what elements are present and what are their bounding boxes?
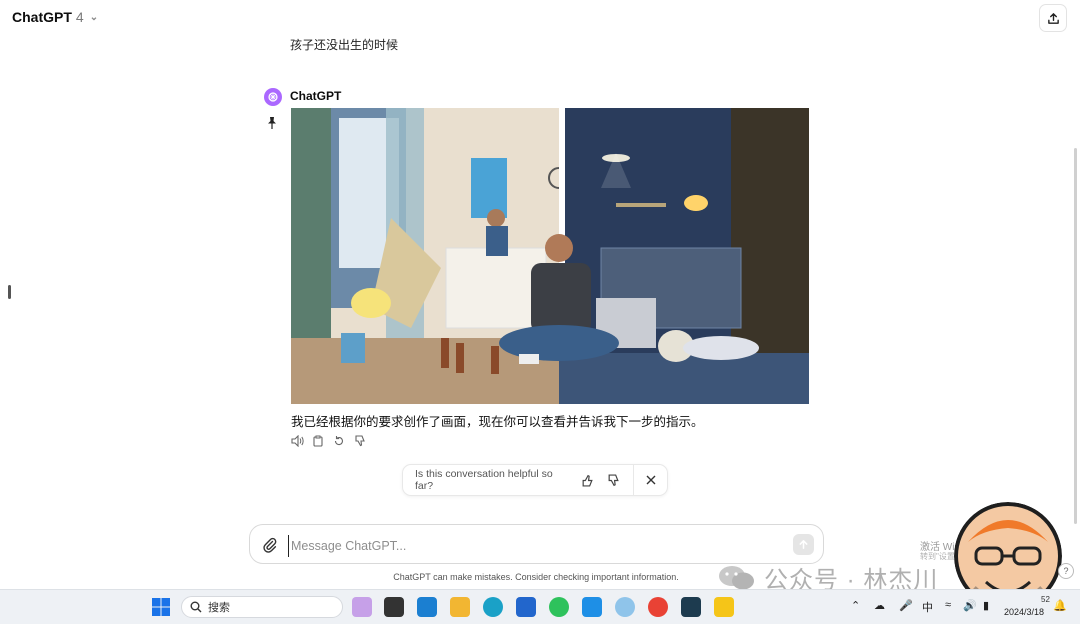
thumbs-down-icon[interactable]: [603, 470, 622, 490]
ime-indicator[interactable]: 中: [922, 599, 933, 615]
volume-icon[interactable]: 🔊: [963, 599, 977, 612]
model-selector[interactable]: ChatGPT 4 ⌄: [12, 9, 98, 25]
mail-icon[interactable]: [582, 597, 602, 617]
close-icon[interactable]: [642, 470, 661, 490]
terminal-icon[interactable]: [384, 597, 404, 617]
read-aloud-icon[interactable]: [290, 434, 304, 448]
feedback-question: Is this conversation helpful so far?: [415, 468, 553, 492]
assistant-name: ChatGPT: [290, 89, 342, 103]
thumbs-up-icon[interactable]: [578, 470, 597, 490]
share-icon: [1047, 12, 1059, 24]
arrow-up-icon: [799, 540, 808, 549]
edge-browser-icon[interactable]: [483, 597, 503, 617]
feedback-prompt: Is this conversation helpful so far?: [402, 464, 668, 496]
search-label: 搜索: [208, 602, 230, 614]
scrollbar[interactable]: [1074, 148, 1077, 524]
vscode-icon[interactable]: [417, 597, 437, 617]
regenerate-icon[interactable]: [332, 434, 346, 448]
battery-icon[interactable]: ▮: [983, 599, 989, 612]
chatgpt-avatar-icon: [264, 88, 282, 106]
windows-start-icon[interactable]: [151, 597, 171, 617]
wechat-app-icon[interactable]: [549, 597, 569, 617]
paperclip-icon[interactable]: [262, 537, 278, 553]
app-icon[interactable]: [681, 597, 701, 617]
onedrive-icon[interactable]: ☁: [874, 599, 885, 612]
thumbs-down-icon[interactable]: [353, 434, 367, 448]
share-button[interactable]: [1039, 4, 1067, 32]
copilot-icon[interactable]: [352, 597, 372, 617]
send-button[interactable]: [793, 534, 814, 555]
file-explorer-icon[interactable]: [450, 597, 470, 617]
notification-bell-icon[interactable]: 🔔: [1053, 599, 1067, 612]
copy-icon[interactable]: [311, 434, 325, 448]
help-button[interactable]: ?: [1058, 563, 1074, 579]
taskbar-search[interactable]: 搜索: [181, 596, 343, 618]
chrome-icon[interactable]: [648, 597, 668, 617]
clock-time: 52: [1041, 595, 1050, 604]
sidebar-toggle-handle[interactable]: [8, 285, 11, 299]
microphone-icon[interactable]: 🎤: [899, 599, 913, 612]
search-icon: [190, 601, 202, 613]
user-message: 孩子还没出生的时候: [290, 38, 399, 52]
chevron-up-icon[interactable]: ⌃: [851, 599, 860, 612]
pin-icon[interactable]: [266, 116, 278, 130]
chevron-down-icon: ⌄: [89, 11, 99, 23]
message-composer: [249, 524, 824, 564]
assistant-reply: 我已经根据你的要求创作了画面，现在你可以查看并告诉我下一步的指示。: [291, 415, 704, 429]
wechat-icon: [719, 565, 754, 589]
wifi-icon[interactable]: ≈: [945, 599, 951, 611]
model-version: 4: [75, 9, 84, 25]
cloud-icon[interactable]: [615, 597, 635, 617]
model-title: ChatGPT: [12, 9, 72, 25]
generated-image[interactable]: [291, 108, 809, 404]
windows-taskbar: 搜索 ⌃ ☁ 🎤 中 ≈ 🔊 ▮ 52 2024/3/18 🔔: [0, 589, 1080, 624]
feedback-divider: [632, 464, 634, 496]
clock-date[interactable]: 2024/3/18: [1004, 606, 1044, 618]
message-actions: [290, 434, 367, 448]
store-icon[interactable]: [516, 597, 536, 617]
folder-icon[interactable]: [714, 597, 734, 617]
message-input[interactable]: [288, 535, 773, 557]
